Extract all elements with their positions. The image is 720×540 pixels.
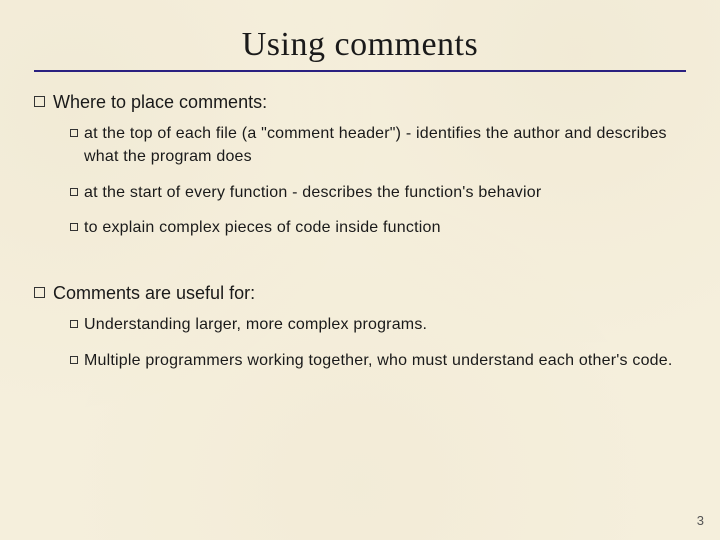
list-item-text: Understanding larger, more complex progr… — [84, 313, 427, 336]
list-item-text: at the start of every function - describ… — [84, 181, 541, 204]
list-item: Multiple programmers working together, w… — [70, 349, 686, 372]
title-underline — [34, 70, 686, 72]
section-heading-text: Where to place comments: — [53, 90, 267, 114]
list-item: at the start of every function - describ… — [70, 181, 686, 204]
square-bullet-icon — [70, 356, 78, 364]
list-item-text: Multiple programmers working together, w… — [84, 349, 673, 372]
list-item-text: at the top of each file (a "comment head… — [84, 122, 686, 168]
slide: Using comments Where to place comments: … — [0, 0, 720, 540]
section-heading: Comments are useful for: — [34, 281, 686, 305]
slide-title: Using comments — [34, 26, 686, 64]
page-number: 3 — [697, 513, 704, 528]
list-item-text: to explain complex pieces of code inside… — [84, 216, 441, 239]
list-item: to explain complex pieces of code inside… — [70, 216, 686, 239]
list-item: at the top of each file (a "comment head… — [70, 122, 686, 168]
list-item: Understanding larger, more complex progr… — [70, 313, 686, 336]
square-bullet-icon — [70, 129, 78, 137]
square-bullet-icon — [70, 188, 78, 196]
section-heading: Where to place comments: — [34, 90, 686, 114]
square-bullet-icon — [34, 287, 45, 298]
square-bullet-icon — [70, 320, 78, 328]
square-bullet-icon — [70, 223, 78, 231]
square-bullet-icon — [34, 96, 45, 107]
section-heading-text: Comments are useful for: — [53, 281, 255, 305]
